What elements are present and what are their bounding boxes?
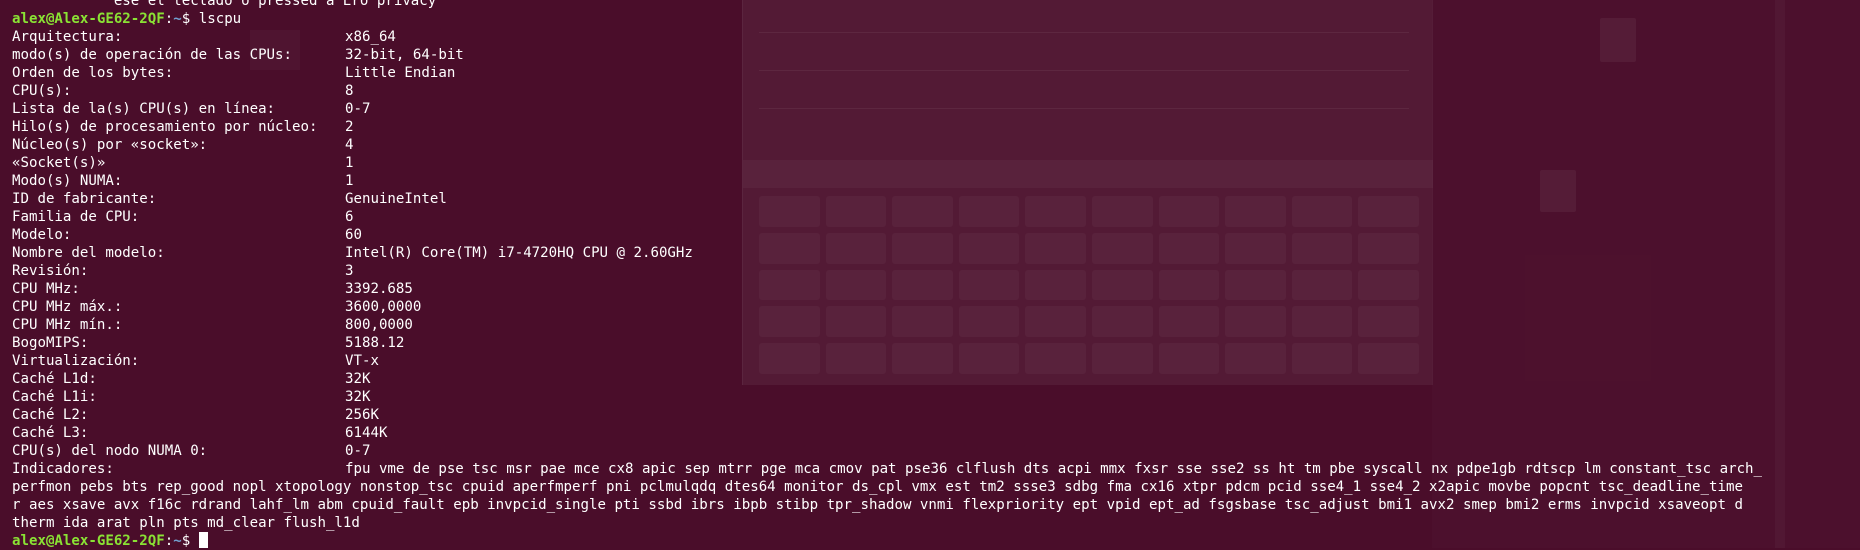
output-row-numa-node0: CPU(s) del nodo NUMA 0: 0-7 xyxy=(12,442,1860,460)
output-row-numa-modes: Modo(s) NUMA: 1 xyxy=(12,172,1860,190)
output-row-op-modes: modo(s) de operación de las CPUs: 32-bit,… xyxy=(12,46,1860,64)
row-value: 800,0000 xyxy=(345,317,413,333)
row-key: Revisión: xyxy=(12,263,89,279)
row-key: Caché L1d: xyxy=(12,371,97,387)
prompt-user: alex@Alex-GE62-2QF xyxy=(12,11,165,27)
flags-continuation-line: therm ida arat pln pts md_clear flush_l1… xyxy=(12,515,360,531)
row-value: 3392.685 xyxy=(345,281,413,297)
row-key: Virtualización: xyxy=(12,353,140,369)
row-value: 32-bit, 64-bit xyxy=(345,47,464,63)
output-row-cpu-mhz-min: CPU MHz mín.: 800,0000 xyxy=(12,316,1860,334)
row-key: Modo(s) NUMA: xyxy=(12,173,123,189)
row-key: CPU(s) del nodo NUMA 0: xyxy=(12,443,208,459)
output-row-bogomips: BogoMIPS: 5188.12 xyxy=(12,334,1860,352)
row-key: Orden de los bytes: xyxy=(12,65,174,81)
prompt-path: ~ xyxy=(173,11,182,27)
row-key: Nombre del modelo: xyxy=(12,245,165,261)
row-key: Lista de la(s) CPU(s) en línea: xyxy=(12,101,276,117)
row-key: Familia de CPU: xyxy=(12,209,140,225)
row-key: BogoMIPS: xyxy=(12,335,89,351)
row-key: ID de fabricante: xyxy=(12,191,157,207)
row-value: 32K xyxy=(345,371,371,387)
row-value: 32K xyxy=(345,389,371,405)
output-row-architecture: Arquitectura: x86_64 xyxy=(12,28,1860,46)
output-row-cpus: CPU(s): 8 xyxy=(12,82,1860,100)
prompt-path: ~ xyxy=(173,533,182,549)
row-key: Hilo(s) de procesamiento por núcleo: xyxy=(12,119,318,135)
output-row-cpu-mhz: CPU MHz: 3392.685 xyxy=(12,280,1860,298)
row-value: GenuineIntel xyxy=(345,191,447,207)
row-key: Núcleo(s) por «socket»: xyxy=(12,137,208,153)
row-value: 6144K xyxy=(345,425,388,441)
row-key: «Socket(s)» xyxy=(12,155,106,171)
row-key: Caché L1i: xyxy=(12,389,97,405)
row-key: CPU(s): xyxy=(12,83,72,99)
current-prompt-line[interactable]: alex@Alex-GE62-2QF:~$ xyxy=(12,532,1860,550)
row-value: 2 xyxy=(345,119,354,135)
row-value: Intel(R) Core(TM) i7-4720HQ CPU @ 2.60GH… xyxy=(345,245,693,261)
prompt-symbol: $ xyxy=(181,533,191,549)
row-value: 60 xyxy=(345,227,362,243)
row-value: VT-x xyxy=(345,353,379,369)
row-value: x86_64 xyxy=(345,29,396,45)
row-key: Indicadores: xyxy=(12,461,114,477)
command-text: lscpu xyxy=(198,11,242,27)
row-value: 5188.12 xyxy=(345,335,405,351)
text-cursor xyxy=(198,532,208,548)
output-row-cores-per-socket: Núcleo(s) por «socket»: 4 xyxy=(12,136,1860,154)
output-row-cache-l1i: Caché L1i: 32K xyxy=(12,388,1860,406)
row-key: Caché L2: xyxy=(12,407,89,423)
prompt-symbol: $ xyxy=(181,11,191,27)
prompt-user: alex@Alex-GE62-2QF xyxy=(12,533,165,549)
row-value: 256K xyxy=(345,407,379,423)
terminal-output[interactable]: ese el teclado o pressed a Ero privacy a… xyxy=(0,0,1860,550)
row-key: Arquitectura: xyxy=(12,29,123,45)
output-row-model: Modelo: 60 xyxy=(12,226,1860,244)
output-row-revision: Revisión: 3 xyxy=(12,262,1860,280)
row-key: CPU MHz máx.: xyxy=(12,299,123,315)
output-row-cache-l1d: Caché L1d: 32K xyxy=(12,370,1860,388)
output-row-threads-per-core: Hilo(s) de procesamiento por núcleo: 2 xyxy=(12,118,1860,136)
row-key: Modelo: xyxy=(12,227,72,243)
row-key: CPU MHz: xyxy=(12,281,80,297)
row-value: Little Endian xyxy=(345,65,456,81)
output-row-online-cpus: Lista de la(s) CPU(s) en línea: 0-7 xyxy=(12,100,1860,118)
flags-continuation-line: perfmon pebs bts rep_good nopl xtopology… xyxy=(12,479,1743,495)
output-row-cpu-mhz-max: CPU MHz máx.: 3600,0000 xyxy=(12,298,1860,316)
output-row-cpu-family: Familia de CPU: 6 xyxy=(12,208,1860,226)
previous-output-line: ese el teclado o pressed a Ero privacy xyxy=(12,0,437,9)
command-line: alex@Alex-GE62-2QF:~$ lscpu xyxy=(12,11,242,27)
output-row-model-name: Nombre del modelo: Intel(R) Core(TM) i7-4… xyxy=(12,244,1860,262)
row-value: 1 xyxy=(345,155,354,171)
row-key: Caché L3: xyxy=(12,425,89,441)
output-row-vendor-id: ID de fabricante: GenuineIntel xyxy=(12,190,1860,208)
row-value: 4 xyxy=(345,137,354,153)
row-value: 0-7 xyxy=(345,443,371,459)
row-value: 3600,0000 xyxy=(345,299,422,315)
row-value: fpu vme de pse tsc msr pae mce cx8 apic … xyxy=(345,461,1763,477)
row-key: CPU MHz mín.: xyxy=(12,317,123,333)
row-value: 1 xyxy=(345,173,354,189)
row-value: 6 xyxy=(345,209,354,225)
row-value: 8 xyxy=(345,83,354,99)
row-value: 0-7 xyxy=(345,101,371,117)
output-row-byte-order: Orden de los bytes: Little Endian xyxy=(12,64,1860,82)
lscpu-output: Arquitectura: x86_64 modo(s) de operación… xyxy=(12,28,1860,532)
output-row-flags: Indicadores: fpu vme de pse tsc msr pae m… xyxy=(12,460,1860,478)
output-row-cache-l3: Caché L3: 6144K xyxy=(12,424,1860,442)
output-row-cache-l2: Caché L2: 256K xyxy=(12,406,1860,424)
output-row-sockets: «Socket(s)» 1 xyxy=(12,154,1860,172)
row-value: 3 xyxy=(345,263,354,279)
row-key: modo(s) de operación de las CPUs: xyxy=(12,47,293,63)
output-row-virtualization: Virtualización: VT-x xyxy=(12,352,1860,370)
flags-continuation-line: r aes xsave avx f16c rdrand lahf_lm abm … xyxy=(12,497,1743,513)
